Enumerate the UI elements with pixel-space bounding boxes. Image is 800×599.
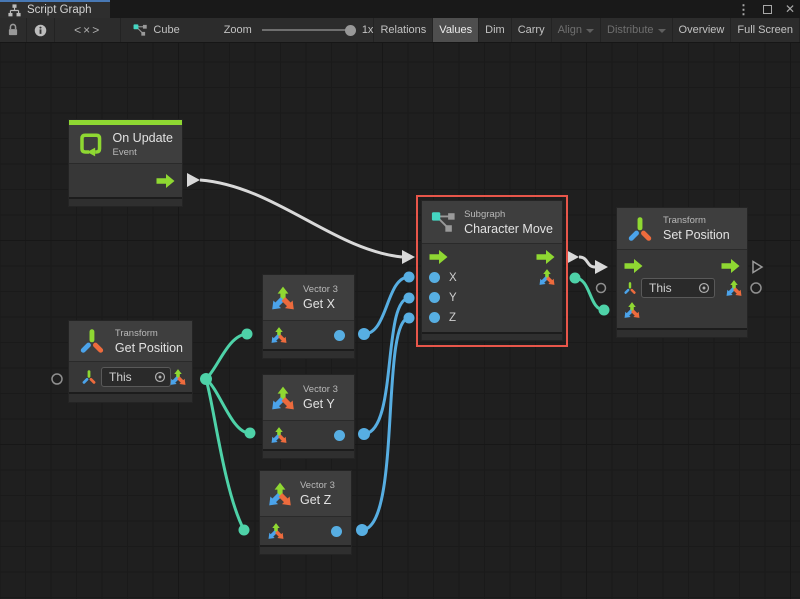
z-in-port[interactable] xyxy=(429,312,440,323)
unity-script-graph-window: { "tab_bar": { "title": "Script Graph" }… xyxy=(0,0,800,599)
flow-in-port[interactable] xyxy=(429,250,448,264)
node-title: Get Position xyxy=(115,341,183,355)
node-category: Vector 3 xyxy=(303,284,338,295)
node-get-y[interactable]: Vector 3 Get Y xyxy=(262,374,355,459)
transform-icon xyxy=(78,327,106,355)
close-icon[interactable]: ✕ xyxy=(785,3,795,15)
toolbar-buttons: Relations Values Dim Carry Align Distrib… xyxy=(374,18,800,42)
y-in-port[interactable] xyxy=(429,292,440,303)
node-title: Set Position xyxy=(663,228,730,242)
vector3-in-port[interactable] xyxy=(270,426,288,444)
node-category: Vector 3 xyxy=(300,480,335,491)
flow-out-port[interactable] xyxy=(156,174,175,188)
vector3-icon xyxy=(270,385,296,411)
target-icon[interactable] xyxy=(154,371,166,383)
distribute-button[interactable]: Distribute xyxy=(601,18,672,42)
node-title: Get X xyxy=(303,297,338,311)
align-button[interactable]: Align xyxy=(552,18,601,42)
vector3-icon xyxy=(267,481,293,507)
window-controls: ⋮ ✕ xyxy=(737,0,795,18)
toolbar-middle: Cube Zoom 1x xyxy=(121,18,374,42)
fullscreen-button[interactable]: Full Screen xyxy=(731,18,800,42)
inspector-toggle-button[interactable] xyxy=(27,18,55,42)
loop-icon xyxy=(78,129,104,159)
node-subtitle: Event xyxy=(113,147,173,158)
subgraph-icon xyxy=(431,209,455,235)
node-footer xyxy=(260,545,351,554)
subgraph-icon xyxy=(133,23,147,37)
target-icon[interactable] xyxy=(698,282,710,294)
node-category: Transform xyxy=(115,328,183,339)
zoom-slider-handle[interactable] xyxy=(345,25,356,36)
this-field[interactable]: This xyxy=(641,278,715,298)
node-set-position[interactable]: Transform Set Position This xyxy=(616,207,748,338)
node-footer xyxy=(617,328,747,337)
chevron-down-icon xyxy=(658,29,666,33)
node-character-move[interactable]: Subgraph Character Move X Y Z xyxy=(421,200,563,341)
dim-button[interactable]: Dim xyxy=(479,18,512,42)
node-get-z[interactable]: Vector 3 Get Z xyxy=(259,470,352,555)
vector3-in-port[interactable] xyxy=(270,326,288,344)
zoom-label: Zoom xyxy=(224,24,252,36)
graph-icon xyxy=(8,4,21,17)
node-title: Get Z xyxy=(300,493,335,507)
tab-title: Script Graph xyxy=(27,4,92,16)
node-footer xyxy=(422,332,562,340)
node-category: Vector 3 xyxy=(303,384,338,395)
lock-button[interactable] xyxy=(0,18,27,42)
node-footer xyxy=(263,449,354,458)
node-on-update[interactable]: On Update Event xyxy=(68,119,183,207)
graph-target-label[interactable]: Cube xyxy=(153,24,179,36)
vector3-in-port[interactable] xyxy=(267,522,285,540)
node-title: On Update xyxy=(113,131,173,145)
window-menu-icon[interactable]: ⋮ xyxy=(737,3,750,16)
node-footer xyxy=(69,392,192,402)
zoom-value: 1x xyxy=(362,24,374,36)
node-footer xyxy=(263,349,354,358)
float-out-port[interactable] xyxy=(334,430,345,441)
info-icon xyxy=(34,24,47,37)
zoom-slider[interactable] xyxy=(262,29,354,31)
node-title: Get Y xyxy=(303,397,338,411)
lock-icon xyxy=(7,23,19,37)
maximize-icon[interactable] xyxy=(763,5,772,14)
flow-out-port[interactable] xyxy=(536,250,555,264)
this-field[interactable]: This xyxy=(101,367,171,387)
float-out-port[interactable] xyxy=(331,526,342,537)
flow-in-port[interactable] xyxy=(624,259,643,273)
chevron-down-icon xyxy=(586,29,594,33)
x-in-port[interactable] xyxy=(429,272,440,283)
transform-port-icon[interactable] xyxy=(81,369,97,385)
port-label-y: Y xyxy=(449,292,457,304)
vector3-out-port[interactable] xyxy=(725,279,743,297)
port-label-x: X xyxy=(449,272,457,284)
carry-button[interactable]: Carry xyxy=(512,18,552,42)
node-footer xyxy=(69,197,182,206)
node-get-position[interactable]: Transform Get Position This xyxy=(68,320,193,403)
relations-button[interactable]: Relations xyxy=(374,18,433,42)
node-title: Character Move xyxy=(464,222,553,236)
tab-bar: Script Graph ⋮ ✕ xyxy=(0,0,800,18)
tab-script-graph[interactable]: Script Graph xyxy=(0,0,110,18)
node-category: Transform xyxy=(663,215,730,226)
graph-toolbar: <×> Cube Zoom 1x Relations Values Dim Ca… xyxy=(0,18,800,43)
vector3-out-port[interactable] xyxy=(169,368,187,386)
node-get-x[interactable]: Vector 3 Get X xyxy=(262,274,355,359)
flow-out-port[interactable] xyxy=(721,259,740,273)
float-out-port[interactable] xyxy=(334,330,345,341)
vector3-out-port[interactable] xyxy=(538,268,556,286)
port-label-z: Z xyxy=(449,312,456,324)
vector3-in-port[interactable] xyxy=(623,301,641,319)
node-category: Subgraph xyxy=(464,209,553,220)
values-button[interactable]: Values xyxy=(433,18,479,42)
transform-port-icon[interactable] xyxy=(623,281,637,295)
overview-button[interactable]: Overview xyxy=(673,18,732,42)
vector3-icon xyxy=(270,285,296,311)
code-preview-button[interactable]: <×> xyxy=(55,18,121,42)
transform-icon xyxy=(626,215,654,243)
